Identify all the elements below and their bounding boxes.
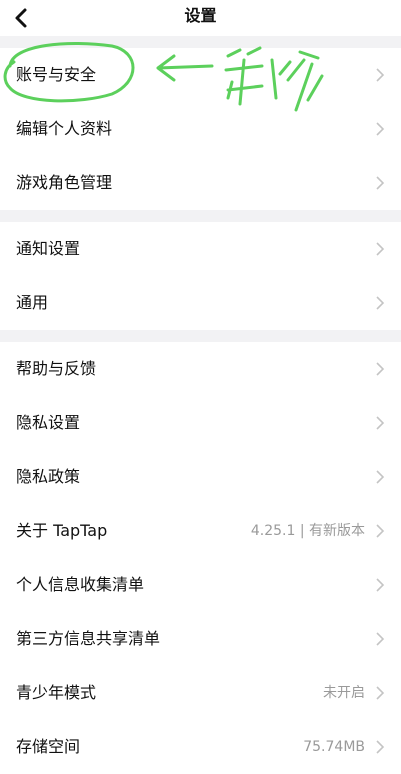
item-label: 通用: [16, 293, 49, 312]
settings-item-account-security[interactable]: 账号与安全: [0, 48, 401, 102]
item-label: 隐私设置: [16, 413, 81, 432]
chevron-right-icon: [376, 68, 385, 82]
section-divider: [0, 210, 401, 222]
section-divider: [0, 330, 401, 342]
settings-item-notifications[interactable]: 通知设置: [0, 222, 401, 276]
settings-item-privacy-policy[interactable]: 隐私政策: [0, 450, 401, 504]
chevron-right-icon: [376, 578, 385, 592]
chevron-right-icon: [376, 296, 385, 310]
settings-item-privacy-settings[interactable]: 隐私设置: [0, 396, 401, 450]
chevron-right-icon: [376, 416, 385, 430]
item-label: 游戏角色管理: [16, 173, 113, 192]
chevron-right-icon: [376, 686, 385, 700]
settings-item-storage[interactable]: 存储空间 75.74MB: [0, 720, 401, 774]
settings-item-youth-mode[interactable]: 青少年模式 未开启: [0, 666, 401, 720]
settings-item-third-party-sharing[interactable]: 第三方信息共享清单: [0, 612, 401, 666]
chevron-right-icon: [376, 176, 385, 190]
chevron-right-icon: [376, 632, 385, 646]
settings-item-help-feedback[interactable]: 帮助与反馈: [0, 342, 401, 396]
settings-item-general[interactable]: 通用: [0, 276, 401, 330]
item-label: 青少年模式: [16, 683, 97, 702]
item-label: 通知设置: [16, 239, 81, 258]
status-value: 未开启: [323, 685, 365, 701]
chevron-right-icon: [376, 122, 385, 136]
chevron-right-icon: [376, 242, 385, 256]
chevron-right-icon: [376, 524, 385, 538]
version-value: 4.25.1 | 有新版本: [250, 523, 365, 539]
section-divider: [0, 36, 401, 48]
page-title: 设置: [184, 6, 217, 25]
item-label: 隐私政策: [16, 467, 81, 486]
settings-item-personal-info-list[interactable]: 个人信息收集清单: [0, 558, 401, 612]
chevron-right-icon: [376, 740, 385, 754]
item-label: 账号与安全: [16, 65, 97, 84]
item-label: 第三方信息共享清单: [16, 629, 161, 648]
item-label: 编辑个人资料: [16, 119, 113, 138]
item-label: 个人信息收集清单: [16, 575, 145, 594]
header-bar: 设置: [0, 0, 401, 36]
item-label: 关于 TapTap: [16, 521, 108, 540]
settings-item-about[interactable]: 关于 TapTap 4.25.1 | 有新版本: [0, 504, 401, 558]
settings-item-game-roles[interactable]: 游戏角色管理: [0, 156, 401, 210]
item-label: 存储空间: [16, 737, 81, 756]
item-label: 帮助与反馈: [16, 359, 97, 378]
storage-size-value: 75.74MB: [303, 739, 365, 755]
chevron-right-icon: [376, 362, 385, 376]
chevron-right-icon: [376, 470, 385, 484]
settings-item-edit-profile[interactable]: 编辑个人资料: [0, 102, 401, 156]
